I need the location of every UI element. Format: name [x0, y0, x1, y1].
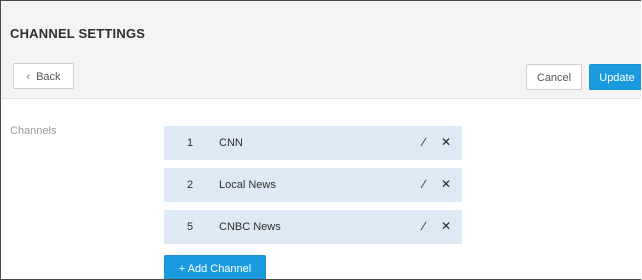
channel-row: 1 CNN ∕ ✕	[164, 126, 462, 160]
channel-row: 5 CNBC News ∕ ✕	[164, 210, 462, 244]
channel-name: Local News	[219, 179, 276, 191]
back-button[interactable]: ‹ Back	[13, 63, 74, 89]
cancel-button[interactable]: Cancel	[526, 64, 582, 90]
channel-number: 5	[187, 221, 194, 233]
pencil-icon[interactable]: ∕	[423, 135, 425, 149]
chevron-left-icon: ‹	[26, 71, 31, 83]
header-bar: CHANNEL SETTINGS ‹ Back Cancel Update	[1, 1, 641, 99]
settings-panel: CHANNEL SETTINGS ‹ Back Cancel Update Cha…	[0, 0, 641, 280]
channel-name: CNBC News	[219, 221, 281, 233]
update-button[interactable]: Update	[589, 64, 641, 90]
close-icon[interactable]: ✕	[441, 219, 451, 233]
channel-number: 2	[187, 179, 194, 191]
channels-section-label: Channels	[10, 125, 57, 137]
page-title: CHANNEL SETTINGS	[10, 26, 146, 41]
add-channel-button[interactable]: + Add Channel	[164, 255, 266, 279]
close-icon[interactable]: ✕	[441, 177, 451, 191]
channel-row: 2 Local News ∕ ✕	[164, 168, 462, 202]
channel-name: CNN	[219, 137, 243, 149]
pencil-icon[interactable]: ∕	[423, 177, 425, 191]
close-icon[interactable]: ✕	[441, 135, 451, 149]
back-button-label: Back	[36, 71, 61, 83]
channel-number: 1	[187, 137, 194, 149]
pencil-icon[interactable]: ∕	[423, 219, 425, 233]
